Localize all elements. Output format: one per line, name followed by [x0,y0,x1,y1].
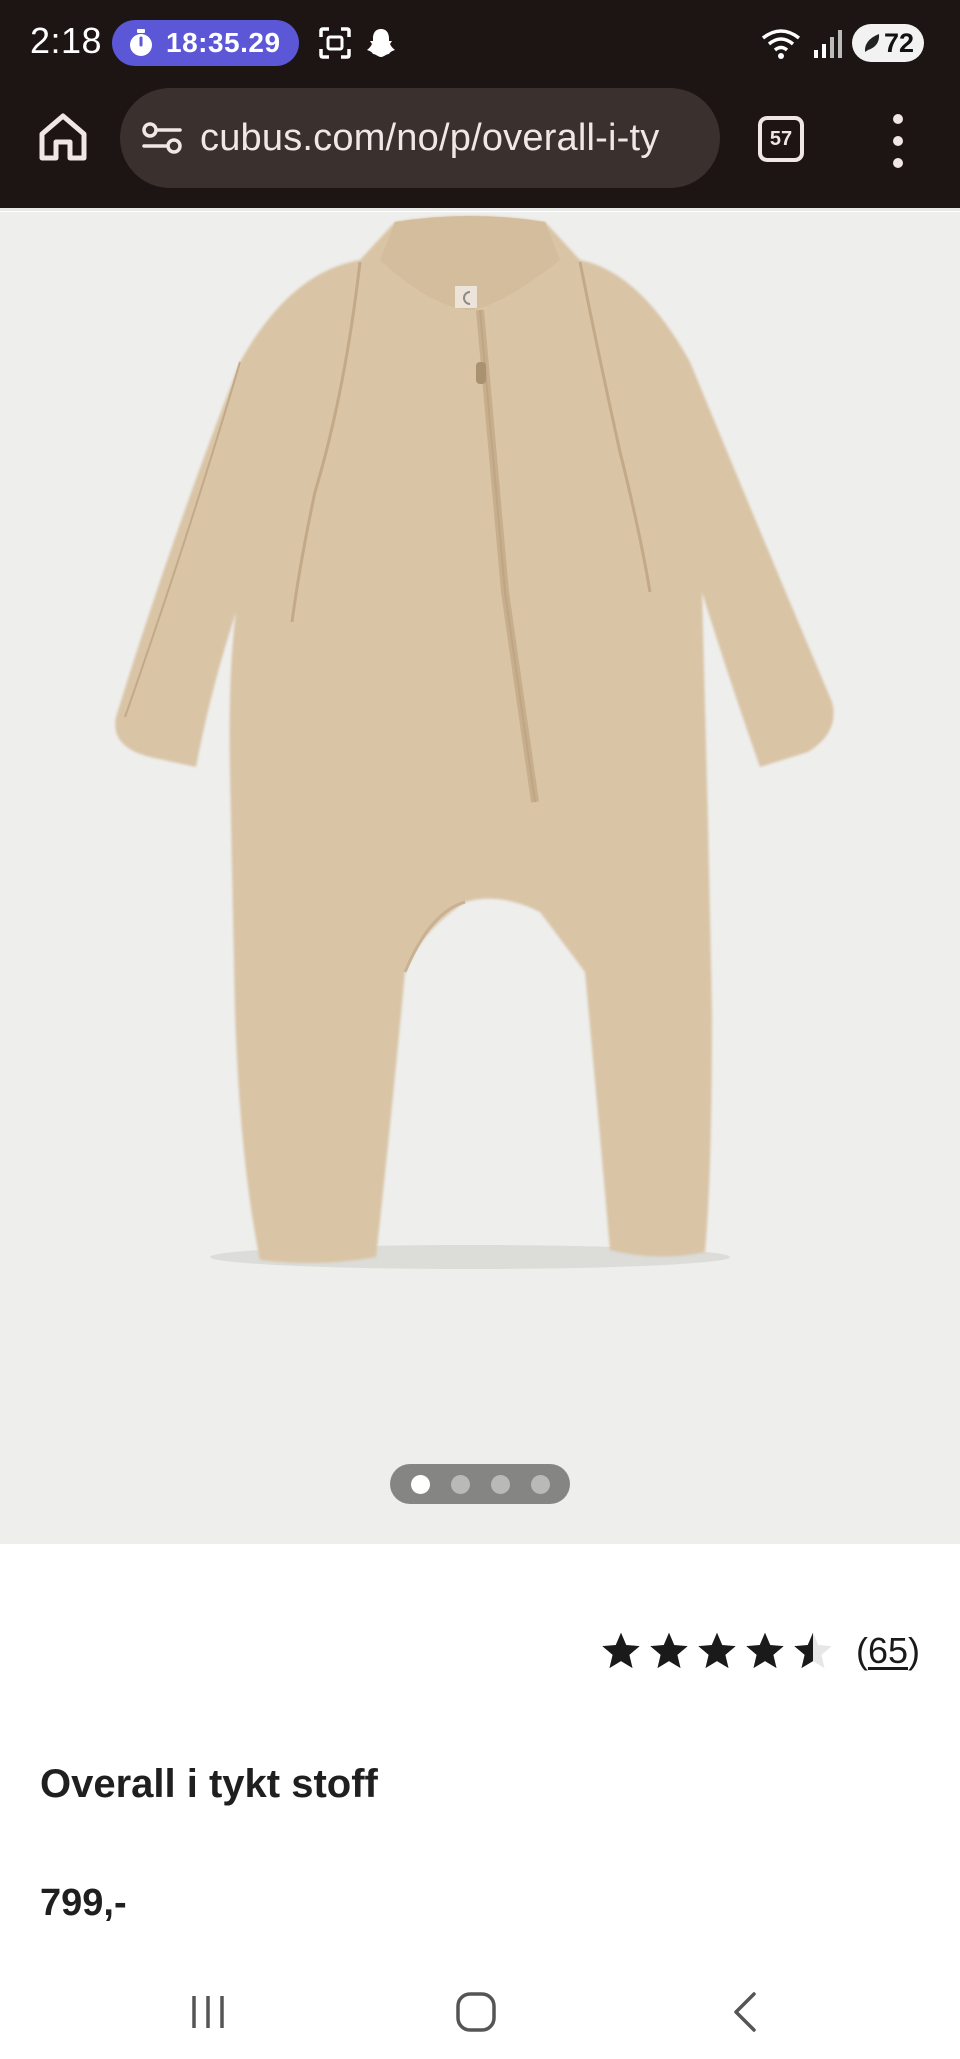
battery-level: 72 [883,27,914,58]
battery-icon [864,34,880,52]
half-star-icon [794,1632,832,1669]
recent-apps-button[interactable] [178,1982,238,2042]
review-count[interactable]: (65) [856,1630,920,1672]
carousel-dot-1[interactable] [410,1474,430,1494]
site-settings-icon[interactable] [142,121,182,155]
snapchat-icon [367,29,395,57]
rating-stars [600,1630,834,1672]
product-gallery[interactable] [0,212,960,1544]
product-rating[interactable]: (65) [600,1630,920,1672]
tab-count: 57 [769,127,793,150]
carousel-dot-3[interactable] [490,1474,510,1494]
status-bar: 2:18 18:35.29 72 [0,0,960,86]
back-button[interactable] [716,1982,776,2042]
status-time: 2:18 [30,20,103,61]
menu-icon[interactable] [886,114,910,168]
toolbar-divider [0,208,960,211]
carousel-dots [390,1464,570,1504]
signal-icon [813,30,842,58]
star-icon [698,1632,736,1669]
back-icon [734,1992,756,2032]
product-photo [115,216,834,1269]
product-title: Overall i tykt stoff [40,1762,378,1806]
wifi-icon [761,29,801,59]
star-icon [650,1632,688,1669]
browser-toolbar: cubus.com/no/p/overall-i-ty 57 [0,86,960,211]
tabs-button[interactable]: 57 [758,116,804,162]
product-price: 799,- [40,1882,127,1924]
carousel-dot-4[interactable] [530,1474,550,1494]
timer-chip[interactable]: 18:35.29 [112,20,299,66]
battery-indicator: 72 [851,24,924,62]
star-icon [746,1632,784,1669]
carousel-dot-2[interactable] [450,1474,470,1494]
timer-text: 18:35.29 [166,27,281,58]
star-icon [602,1632,640,1669]
system-navigation-bar [0,1960,960,2059]
url-text: cubus.com/no/p/overall-i-ty [200,116,660,159]
home-icon [456,1992,496,2032]
home-button[interactable] [446,1982,506,2042]
screenshot-icon [319,27,351,59]
timer-icon [130,29,152,56]
home-icon[interactable] [36,110,90,164]
recent-apps-icon [192,1996,224,2028]
address-bar[interactable]: cubus.com/no/p/overall-i-ty [120,88,720,188]
